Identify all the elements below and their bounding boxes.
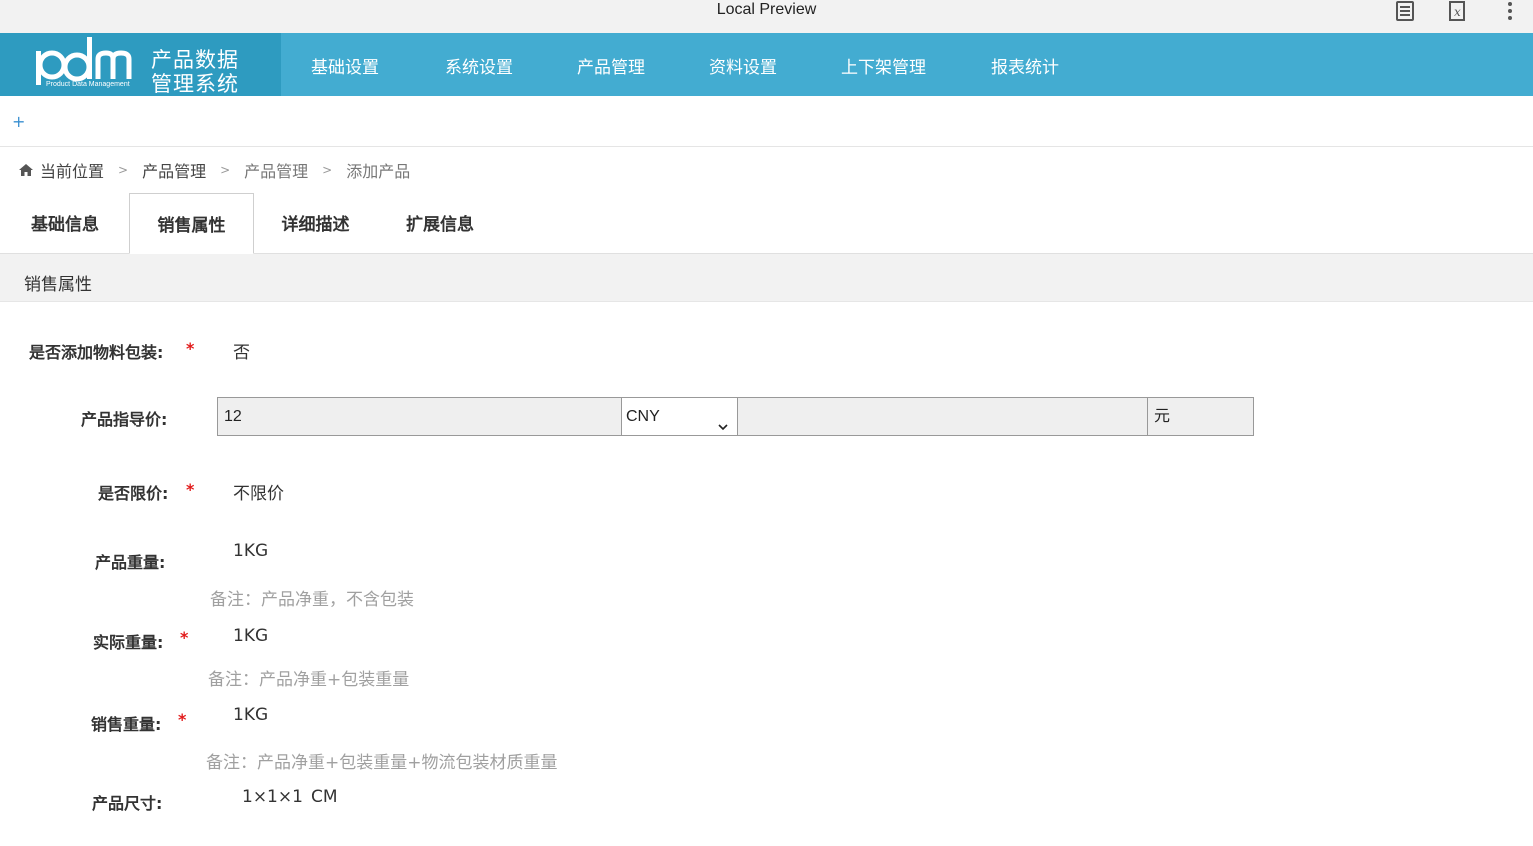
breadcrumb-item-product-management[interactable]: 产品管理 bbox=[142, 158, 206, 182]
logo-tagline: Product Data Management bbox=[46, 81, 130, 88]
more-menu-icon[interactable] bbox=[1499, 0, 1521, 22]
add-tab-button[interactable]: + bbox=[12, 112, 25, 131]
top-navbar: 产品数据 管理系统 Product Data Management 基础设置 系… bbox=[0, 33, 1533, 96]
guide-price-label: 产品指导价: bbox=[81, 410, 168, 429]
required-mark: * bbox=[178, 710, 187, 729]
product-weight-value[interactable]: 1KG bbox=[233, 541, 268, 561]
required-mark: * bbox=[186, 480, 195, 499]
tab-extended-info[interactable]: 扩展信息 bbox=[377, 193, 503, 254]
breadcrumb-item-add-product: 添加产品 bbox=[346, 162, 411, 181]
nav-item-system-settings[interactable]: 系统设置 bbox=[445, 53, 513, 78]
actual-weight-value[interactable]: 1KG bbox=[233, 626, 268, 646]
required-mark: * bbox=[186, 339, 195, 358]
chevron-down-icon bbox=[717, 410, 729, 431]
nav-item-basic-settings[interactable]: 基础设置 bbox=[311, 53, 379, 78]
dimensions-unit: CM bbox=[311, 787, 338, 807]
window-titlebar: Local Preview x bbox=[0, 0, 1533, 33]
dimensions-label: 产品尺寸: bbox=[92, 794, 163, 813]
tab-detail-description[interactable]: 详细描述 bbox=[254, 193, 377, 254]
breadcrumb: 当前位置 > 产品管理 > 产品管理 > 添加产品 bbox=[18, 158, 410, 182]
page-tab-bar: + bbox=[0, 96, 1533, 147]
tab-sales-attributes[interactable]: 销售属性 bbox=[129, 193, 254, 254]
sales-weight-value[interactable]: 1KG bbox=[233, 705, 268, 725]
required-mark: * bbox=[180, 628, 189, 647]
nav-item-shelf-management[interactable]: 上下架管理 bbox=[841, 53, 926, 78]
breadcrumb-item-product-list[interactable]: 产品管理 bbox=[244, 158, 308, 182]
breadcrumb-separator: > bbox=[220, 163, 231, 177]
breadcrumb-separator: > bbox=[118, 163, 129, 177]
formula-icon[interactable]: x bbox=[1446, 0, 1468, 22]
tab-basic-info[interactable]: 基础信息 bbox=[0, 193, 130, 254]
nav-item-data-settings[interactable]: 资料设置 bbox=[709, 53, 777, 78]
sales-weight-note: 备注：产品净重+包装重量+物流包装材质重量 bbox=[206, 753, 558, 773]
section-header: 销售属性 bbox=[0, 254, 1533, 302]
packaging-value[interactable]: 否 bbox=[233, 338, 250, 363]
price-limit-label: 是否限价: bbox=[98, 484, 169, 503]
converted-price-input[interactable] bbox=[737, 397, 1148, 436]
reader-mode-icon[interactable] bbox=[1394, 0, 1416, 22]
breadcrumb-separator: > bbox=[322, 163, 333, 177]
nav-item-report-stats[interactable]: 报表统计 bbox=[991, 53, 1059, 78]
price-unit-field: 元 bbox=[1147, 397, 1254, 436]
price-limit-value[interactable]: 不限价 bbox=[233, 479, 284, 504]
guide-price-input[interactable]: 12 bbox=[217, 397, 622, 436]
product-weight-note: 备注：产品净重，不含包装 bbox=[210, 590, 414, 610]
brand-line-2: 管理系统 bbox=[151, 72, 239, 96]
dimensions-value[interactable]: 1×1×1 bbox=[242, 787, 303, 807]
breadcrumb-current-location: 当前位置 bbox=[40, 162, 105, 181]
section-title: 销售属性 bbox=[24, 275, 92, 295]
currency-select-value: CNY bbox=[626, 408, 660, 425]
sales-weight-label: 销售重量: bbox=[91, 715, 162, 734]
nav-item-product-management[interactable]: 产品管理 bbox=[577, 53, 645, 78]
logo[interactable]: 产品数据 管理系统 Product Data Management bbox=[0, 33, 281, 96]
svg-text:x: x bbox=[1454, 5, 1461, 19]
home-icon bbox=[18, 162, 34, 178]
window-title: Local Preview bbox=[716, 1, 817, 18]
form-tabs: 基础信息 销售属性 详细描述 扩展信息 bbox=[0, 193, 1533, 254]
product-weight-label: 产品重量: bbox=[95, 553, 166, 572]
currency-select[interactable]: CNY bbox=[621, 397, 738, 436]
actual-weight-label: 实际重量: bbox=[93, 633, 164, 652]
packaging-label: 是否添加物料包装: bbox=[29, 343, 164, 362]
actual-weight-note: 备注：产品净重+包装重量 bbox=[208, 670, 410, 690]
